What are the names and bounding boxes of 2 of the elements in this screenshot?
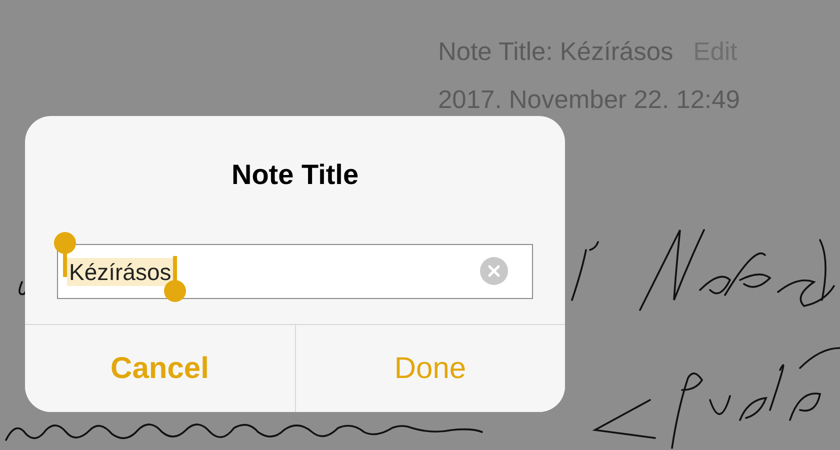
done-button[interactable]: Done [294, 325, 565, 412]
dialog-title: Note Title [230, 158, 360, 192]
